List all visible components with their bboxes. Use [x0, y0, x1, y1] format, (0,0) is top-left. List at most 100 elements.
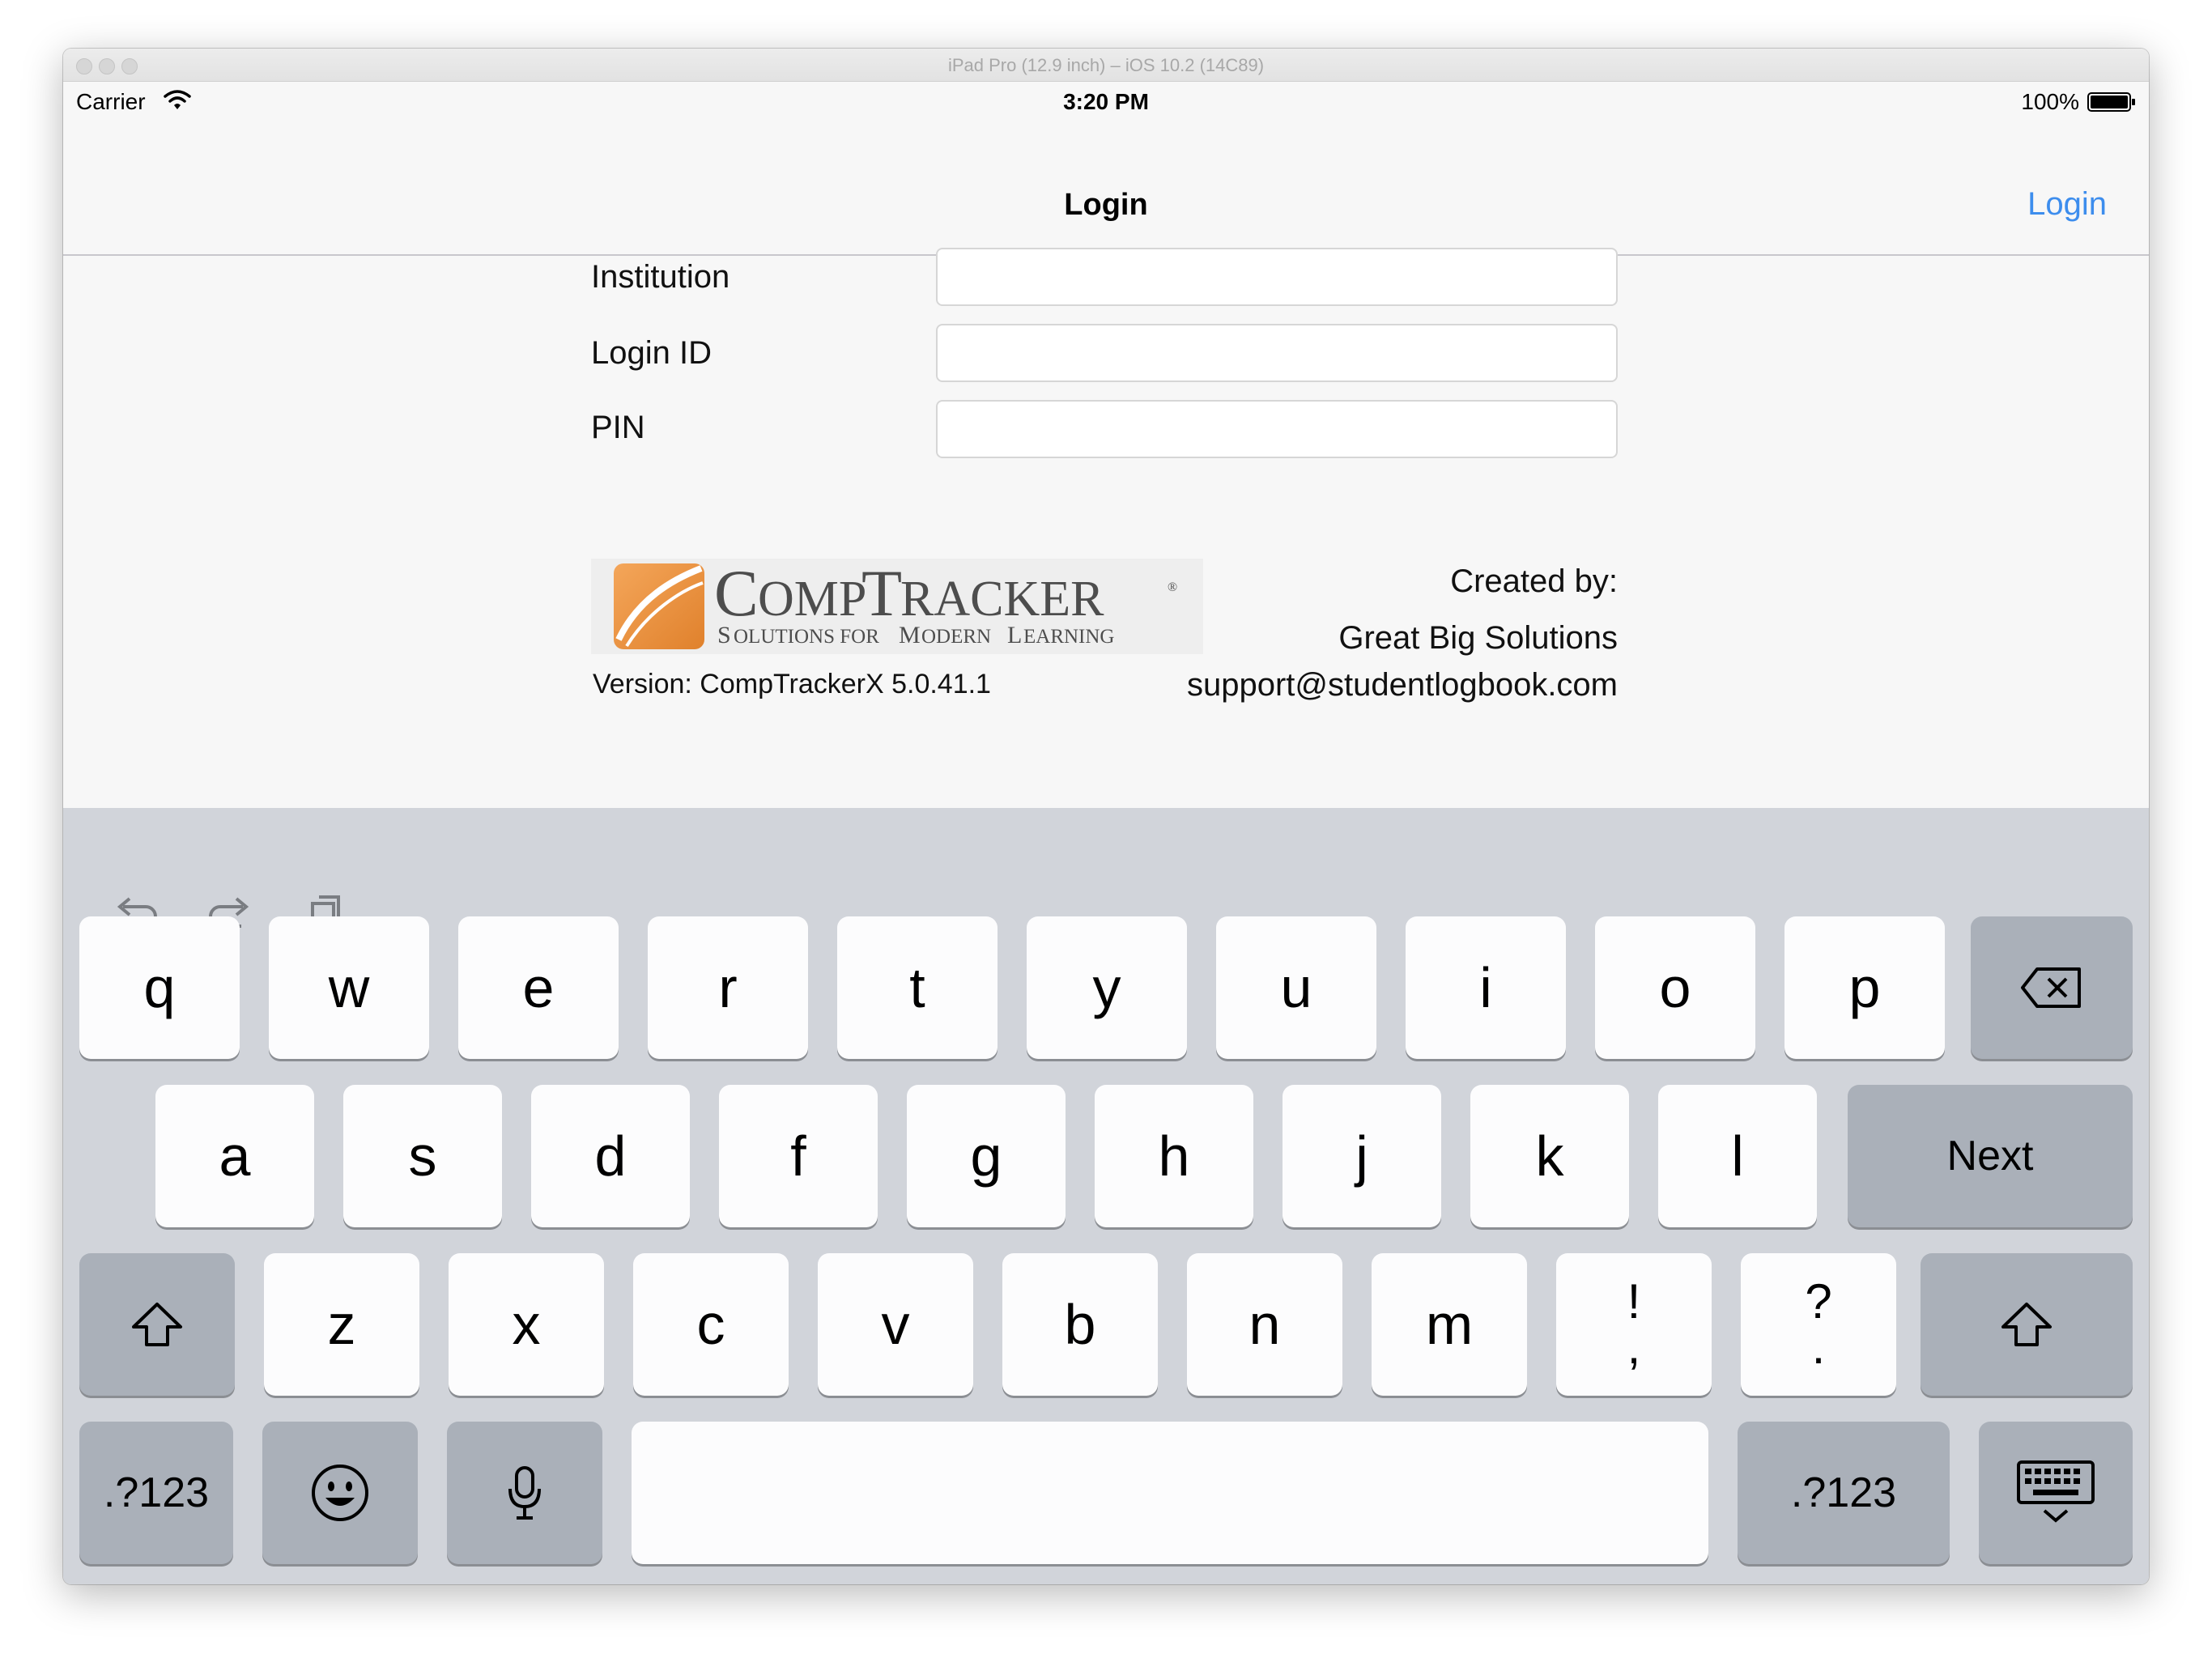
key-n[interactable]: n [1187, 1253, 1342, 1396]
microphone-icon [508, 1466, 541, 1520]
simulator-window: iPad Pro (12.9 inch) – iOS 10.2 (14C89) … [63, 49, 2149, 1584]
key-u[interactable]: u [1216, 916, 1376, 1059]
pin-input[interactable] [936, 400, 1618, 458]
key-c[interactable]: c [633, 1253, 789, 1396]
key-label: f [790, 1124, 806, 1188]
key-g[interactable]: g [907, 1085, 1066, 1227]
key-label: d [594, 1124, 627, 1188]
key-question-period[interactable]: ? . [1741, 1253, 1896, 1396]
key-label: t [909, 956, 925, 1019]
key-label: .?123 [103, 1469, 210, 1516]
space-key[interactable] [632, 1422, 1708, 1564]
dictation-key[interactable] [447, 1422, 602, 1564]
page-title: Login [1064, 188, 1148, 222]
version-label: Version: CompTrackerX 5.0.41.1 [593, 669, 991, 699]
institution-input[interactable] [936, 248, 1618, 306]
delete-icon [2021, 967, 2081, 1008]
login-button[interactable]: Login [2027, 186, 2107, 223]
key-t[interactable]: t [837, 916, 998, 1059]
shift-key-right[interactable] [1921, 1253, 2133, 1396]
battery-percentage: 100% [2021, 89, 2079, 114]
key-e[interactable]: e [458, 916, 619, 1059]
logo-mark-icon: C OMP T RACKER ® S OLUTIONS FOR M ODERN … [614, 556, 1177, 649]
svg-text:L: L [1007, 622, 1022, 648]
svg-text:OMP: OMP [758, 572, 866, 627]
key-m[interactable]: m [1372, 1253, 1527, 1396]
key-label: n [1249, 1293, 1281, 1356]
svg-text:OLUTIONS FOR: OLUTIONS FOR [734, 626, 879, 648]
clock: 3:20 PM [1063, 89, 1149, 114]
key-label: j [1355, 1124, 1368, 1188]
key-x[interactable]: x [449, 1253, 604, 1396]
svg-text:M: M [899, 622, 921, 648]
delete-key[interactable] [1971, 916, 2133, 1059]
key-label: .?123 [1790, 1469, 1897, 1516]
key-label: g [970, 1124, 1002, 1188]
key-label: u [1280, 956, 1312, 1019]
key-k[interactable]: k [1470, 1085, 1629, 1227]
key-f[interactable]: f [719, 1085, 878, 1227]
simulator-titlebar: iPad Pro (12.9 inch) – iOS 10.2 (14C89) [63, 49, 2149, 82]
keyboard-dismiss-icon [2017, 1460, 2095, 1523]
key-p[interactable]: p [1784, 916, 1945, 1059]
emoji-icon [312, 1465, 368, 1521]
key-o[interactable]: o [1595, 916, 1755, 1059]
login-id-input[interactable] [936, 324, 1618, 382]
key-label: z [327, 1293, 356, 1356]
key-j[interactable]: j [1283, 1085, 1441, 1227]
key-label: w [328, 956, 370, 1019]
key-label: r [718, 956, 738, 1019]
dismiss-keyboard-key[interactable] [1979, 1422, 2133, 1564]
key-q[interactable]: q [79, 916, 240, 1059]
key-label: c [696, 1293, 725, 1356]
key-label: p [1848, 956, 1881, 1019]
svg-text:C: C [714, 559, 759, 630]
numbers-key-left[interactable]: .?123 [79, 1422, 233, 1564]
comptracker-logo: C OMP T RACKER ® S OLUTIONS FOR M ODERN … [591, 556, 1203, 654]
key-l[interactable]: l [1658, 1085, 1817, 1227]
key-label: m [1425, 1293, 1474, 1356]
key-label-top: ? [1805, 1274, 1832, 1329]
key-r[interactable]: r [648, 916, 808, 1059]
svg-text:S: S [717, 622, 731, 648]
key-label: s [408, 1124, 437, 1188]
simulator-title: iPad Pro (12.9 inch) – iOS 10.2 (14C89) [947, 55, 1265, 75]
key-label: v [881, 1293, 910, 1356]
institution-label: Institution [591, 259, 730, 295]
login-id-label: Login ID [591, 335, 712, 371]
navigation-bar: Login Login [63, 120, 2149, 256]
key-s[interactable]: s [343, 1085, 502, 1227]
key-label: l [1731, 1124, 1744, 1188]
key-label-bottom: , [1627, 1320, 1641, 1374]
key-v[interactable]: v [818, 1253, 973, 1396]
emoji-key[interactable] [262, 1422, 418, 1564]
pin-label: PIN [591, 410, 645, 445]
support-email[interactable]: support@studentlogbook.com [1187, 667, 1618, 704]
key-label: y [1092, 956, 1121, 1019]
svg-text:RACKER: RACKER [900, 572, 1104, 627]
key-a[interactable]: a [155, 1085, 314, 1227]
key-i[interactable]: i [1406, 916, 1566, 1059]
key-h[interactable]: h [1095, 1085, 1253, 1227]
key-label: h [1158, 1124, 1190, 1188]
numbers-key-right[interactable]: .?123 [1738, 1422, 1950, 1564]
key-label-top: ! [1627, 1274, 1641, 1329]
svg-text:EARNING: EARNING [1023, 626, 1115, 648]
key-label: a [219, 1124, 251, 1188]
shift-key-left[interactable] [79, 1253, 235, 1396]
key-b[interactable]: b [1002, 1253, 1158, 1396]
key-label: q [143, 956, 176, 1019]
shift-icon [132, 1303, 182, 1346]
key-exclamation-comma[interactable]: ! , [1556, 1253, 1712, 1396]
next-key[interactable]: Next [1848, 1085, 2133, 1227]
company-label: Great Big Solutions [1338, 620, 1618, 656]
svg-text:ODERN: ODERN [921, 626, 991, 648]
status-bar: Carrier 3:20 PM 100% [63, 81, 2149, 120]
svg-text:®: ® [1168, 580, 1177, 594]
key-label: x [512, 1293, 541, 1356]
key-d[interactable]: d [531, 1085, 690, 1227]
key-y[interactable]: y [1027, 916, 1187, 1059]
key-z[interactable]: z [264, 1253, 419, 1396]
key-label: k [1535, 1124, 1564, 1188]
key-w[interactable]: w [269, 916, 429, 1059]
